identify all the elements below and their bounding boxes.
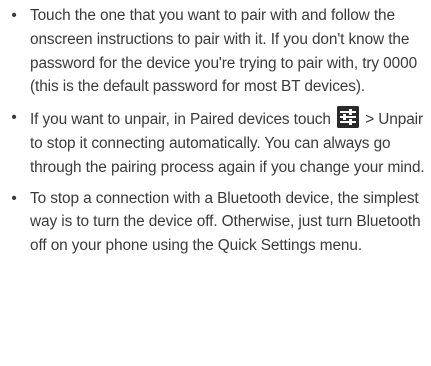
bullet-mark: • <box>11 109 17 127</box>
bullet-item-pairing: • Touch the one that you want to pair wi… <box>0 4 431 99</box>
bullet-text-unpair: If you want to unpair, in Paired devices… <box>30 106 427 179</box>
settings-sliders-icon <box>337 106 360 129</box>
bullet-text-unpair-before: If you want to unpair, in Paired devices… <box>30 111 331 129</box>
bullet-mark: • <box>11 7 17 24</box>
bullet-list: • Touch the one that you want to pair wi… <box>0 4 431 258</box>
bullet-mark: • <box>11 189 17 207</box>
bullet-text-pairing: Touch the one that you want to pair with… <box>30 7 418 96</box>
bullet-item-unpair: • If you want to unpair, in Paired devic… <box>0 106 431 179</box>
bullet-text-stop-connection: To stop a connection with a Bluetooth de… <box>30 189 421 255</box>
document-body: • Touch the one that you want to pair wi… <box>0 4 431 258</box>
bullet-item-stop-connection: • To stop a connection with a Bluetooth … <box>0 187 431 258</box>
